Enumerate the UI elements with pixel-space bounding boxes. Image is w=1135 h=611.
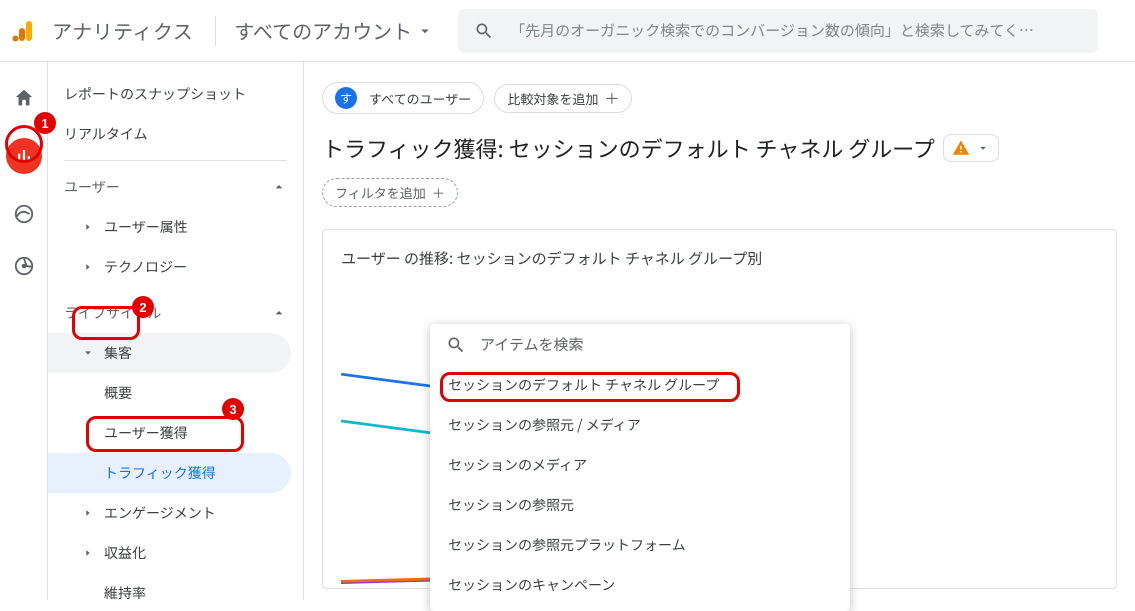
sidebar-item-engagement[interactable]: エンゲージメント	[48, 493, 303, 533]
search-icon	[474, 21, 494, 41]
data-quality-warning-chip[interactable]	[943, 134, 999, 162]
segment-badge-icon: す	[335, 87, 357, 109]
explore-icon[interactable]	[12, 202, 36, 226]
plus-icon: ＋	[604, 91, 619, 106]
sidebar-section-lifecycle[interactable]: ライフサイクル	[48, 293, 303, 333]
sidebar-item-technology[interactable]: テクノロジー	[48, 247, 303, 287]
advertising-icon[interactable]	[12, 254, 36, 278]
caret-down-icon	[416, 22, 434, 40]
sidebar-section-user[interactable]: ユーザー	[48, 167, 303, 207]
dropdown-search-placeholder: アイテムを検索	[480, 334, 584, 355]
report-sidebar: レポートのスナップショット リアルタイム ユーザー ユーザー属性 テクノロジー …	[48, 62, 304, 600]
add-filter-button[interactable]: フィルタを追加 ＋	[322, 178, 458, 207]
chart-panel-title: ユーザー の推移: セッションのデフォルト チャネル グループ別	[341, 248, 1098, 269]
account-picker-label: すべてのアカウント	[234, 16, 412, 45]
sidebar-item-retention[interactable]: 維持率	[48, 573, 303, 600]
sidebar-item-user-acquisition[interactable]: ユーザー獲得	[48, 413, 303, 453]
sidebar-item-traffic-acquisition[interactable]: トラフィック獲得	[48, 453, 291, 493]
chevron-up-icon	[271, 305, 287, 321]
dropdown-item-3[interactable]: セッションの参照元	[430, 485, 850, 525]
dropdown-item-1[interactable]: セッションの参照元 / メディア	[430, 405, 850, 445]
sidebar-item-user-attributes[interactable]: ユーザー属性	[48, 207, 303, 247]
dropdown-item-0[interactable]: セッションのデフォルト チャネル グループ	[430, 365, 850, 405]
warning-icon	[952, 139, 970, 157]
dropdown-search[interactable]: アイテムを検索	[430, 324, 850, 365]
brand-label: アナリティクス	[52, 16, 193, 45]
sidebar-item-acquisition[interactable]: 集客	[48, 333, 291, 373]
account-picker[interactable]: すべてのアカウント	[234, 16, 434, 45]
sidebar-item-snapshot[interactable]: レポートのスナップショット	[48, 74, 303, 114]
sidebar-divider	[64, 160, 287, 161]
left-rail	[0, 62, 48, 600]
home-icon[interactable]	[12, 86, 36, 110]
caret-down-icon	[976, 141, 990, 155]
search-icon	[446, 335, 466, 355]
sidebar-item-monetization[interactable]: 収益化	[48, 533, 303, 573]
chevron-up-icon	[271, 179, 287, 195]
global-search[interactable]: 「先月のオーガニック検索でのコンバージョン数の傾向」と検索してみてく…	[458, 9, 1098, 53]
header-divider	[215, 16, 216, 46]
sidebar-item-overview[interactable]: 概要	[48, 373, 303, 413]
dimension-dropdown: アイテムを検索 セッションのデフォルト チャネル グループ セッションの参照元 …	[430, 324, 850, 611]
dropdown-item-5[interactable]: セッションのキャンペーン	[430, 565, 850, 605]
reports-icon[interactable]	[6, 138, 42, 174]
sidebar-item-realtime[interactable]: リアルタイム	[48, 114, 303, 154]
analytics-logo-icon	[12, 19, 36, 43]
dropdown-item-2[interactable]: セッションのメディア	[430, 445, 850, 485]
search-placeholder: 「先月のオーガニック検索でのコンバージョン数の傾向」と検索してみてく…	[510, 20, 1034, 41]
plus-icon: ＋	[432, 183, 445, 202]
page-title: トラフィック獲得: セッションのデフォルト チャネル グループ	[322, 132, 1117, 164]
add-comparison-button[interactable]: 比較対象を追加 ＋	[494, 84, 632, 113]
segment-all-users[interactable]: す すべてのユーザー	[322, 82, 484, 114]
dropdown-item-4[interactable]: セッションの参照元プラットフォーム	[430, 525, 850, 565]
